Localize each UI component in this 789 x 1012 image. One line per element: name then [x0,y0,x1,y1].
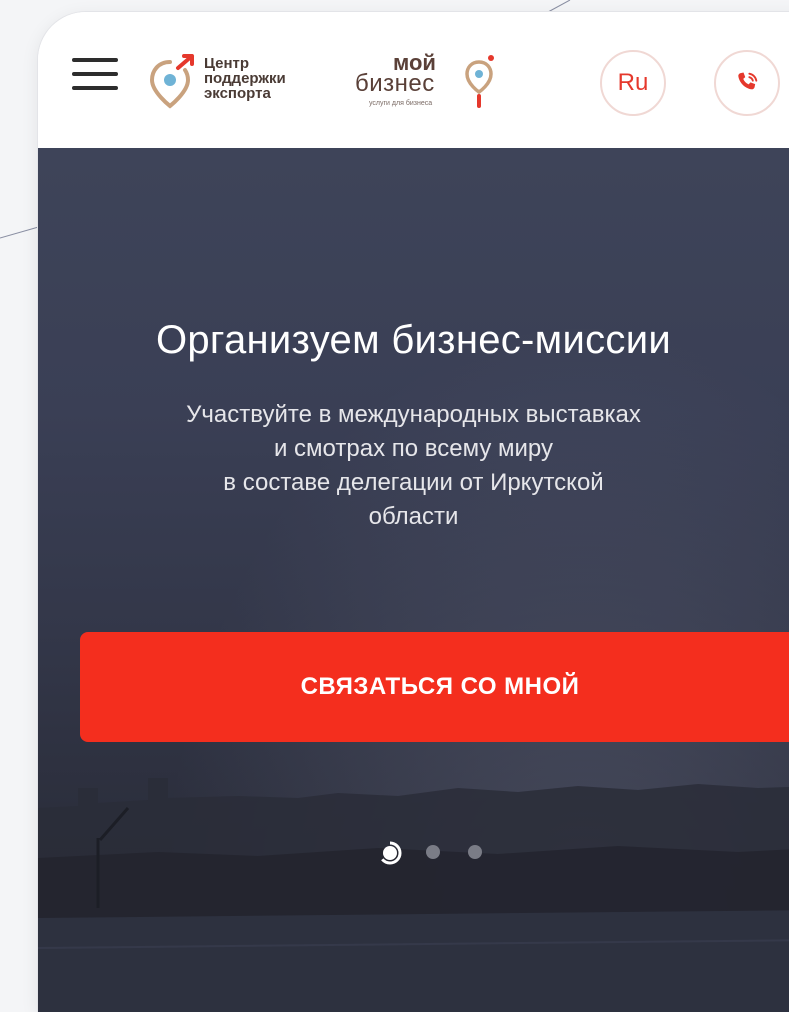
hero-title: Организуем бизнес-миссии [155,318,672,362]
slide-indicator[interactable] [468,845,482,859]
logo-line: Центр [204,55,250,72]
contact-me-button[interactable]: СВЯЗАТЬСЯ СО МНОЙ [80,632,789,742]
location-pin-icon [465,55,494,108]
phone-call-icon [738,72,758,90]
export-support-center-logo[interactable]: Центр поддержки экспорта [148,50,323,112]
hero-banner: Организуем бизнес-миссии Участвуйте в ме… [38,148,789,1012]
logo-line: экспорта [204,85,271,102]
logo-tagline: услуги для бизнеса [369,100,433,107]
slide-indicator-active[interactable] [376,838,408,868]
subtitle-line: области [368,503,459,530]
site-header: Центр поддержки экспорта мой бизнес услу… [38,12,789,148]
hamburger-menu-icon[interactable] [72,58,118,94]
logo-line: поддержки [204,70,286,87]
hero-subtitle: Участвуйте в международных выставках и с… [78,398,749,534]
export-center-logo-text: Центр поддержки экспорта [204,56,286,101]
mobile-page-frame: Центр поддержки экспорта мой бизнес услу… [38,12,789,1012]
city-skyline-background [38,778,789,1012]
language-button[interactable]: Ru [600,50,666,116]
subtitle-line: в составе делегации от Иркутской [223,469,604,496]
slide-indicator[interactable] [426,845,440,859]
subtitle-line: и смотрах по всему миру [273,435,553,462]
subtitle-line: Участвуйте в международных выставках [186,401,641,428]
logo-word: бизнес [355,70,435,97]
my-business-logo[interactable]: мой бизнес услуги для бизнеса [353,50,503,120]
phone-call-button[interactable] [714,50,780,116]
slider-pagination [376,838,496,868]
location-pin-arrow-icon [149,54,194,109]
